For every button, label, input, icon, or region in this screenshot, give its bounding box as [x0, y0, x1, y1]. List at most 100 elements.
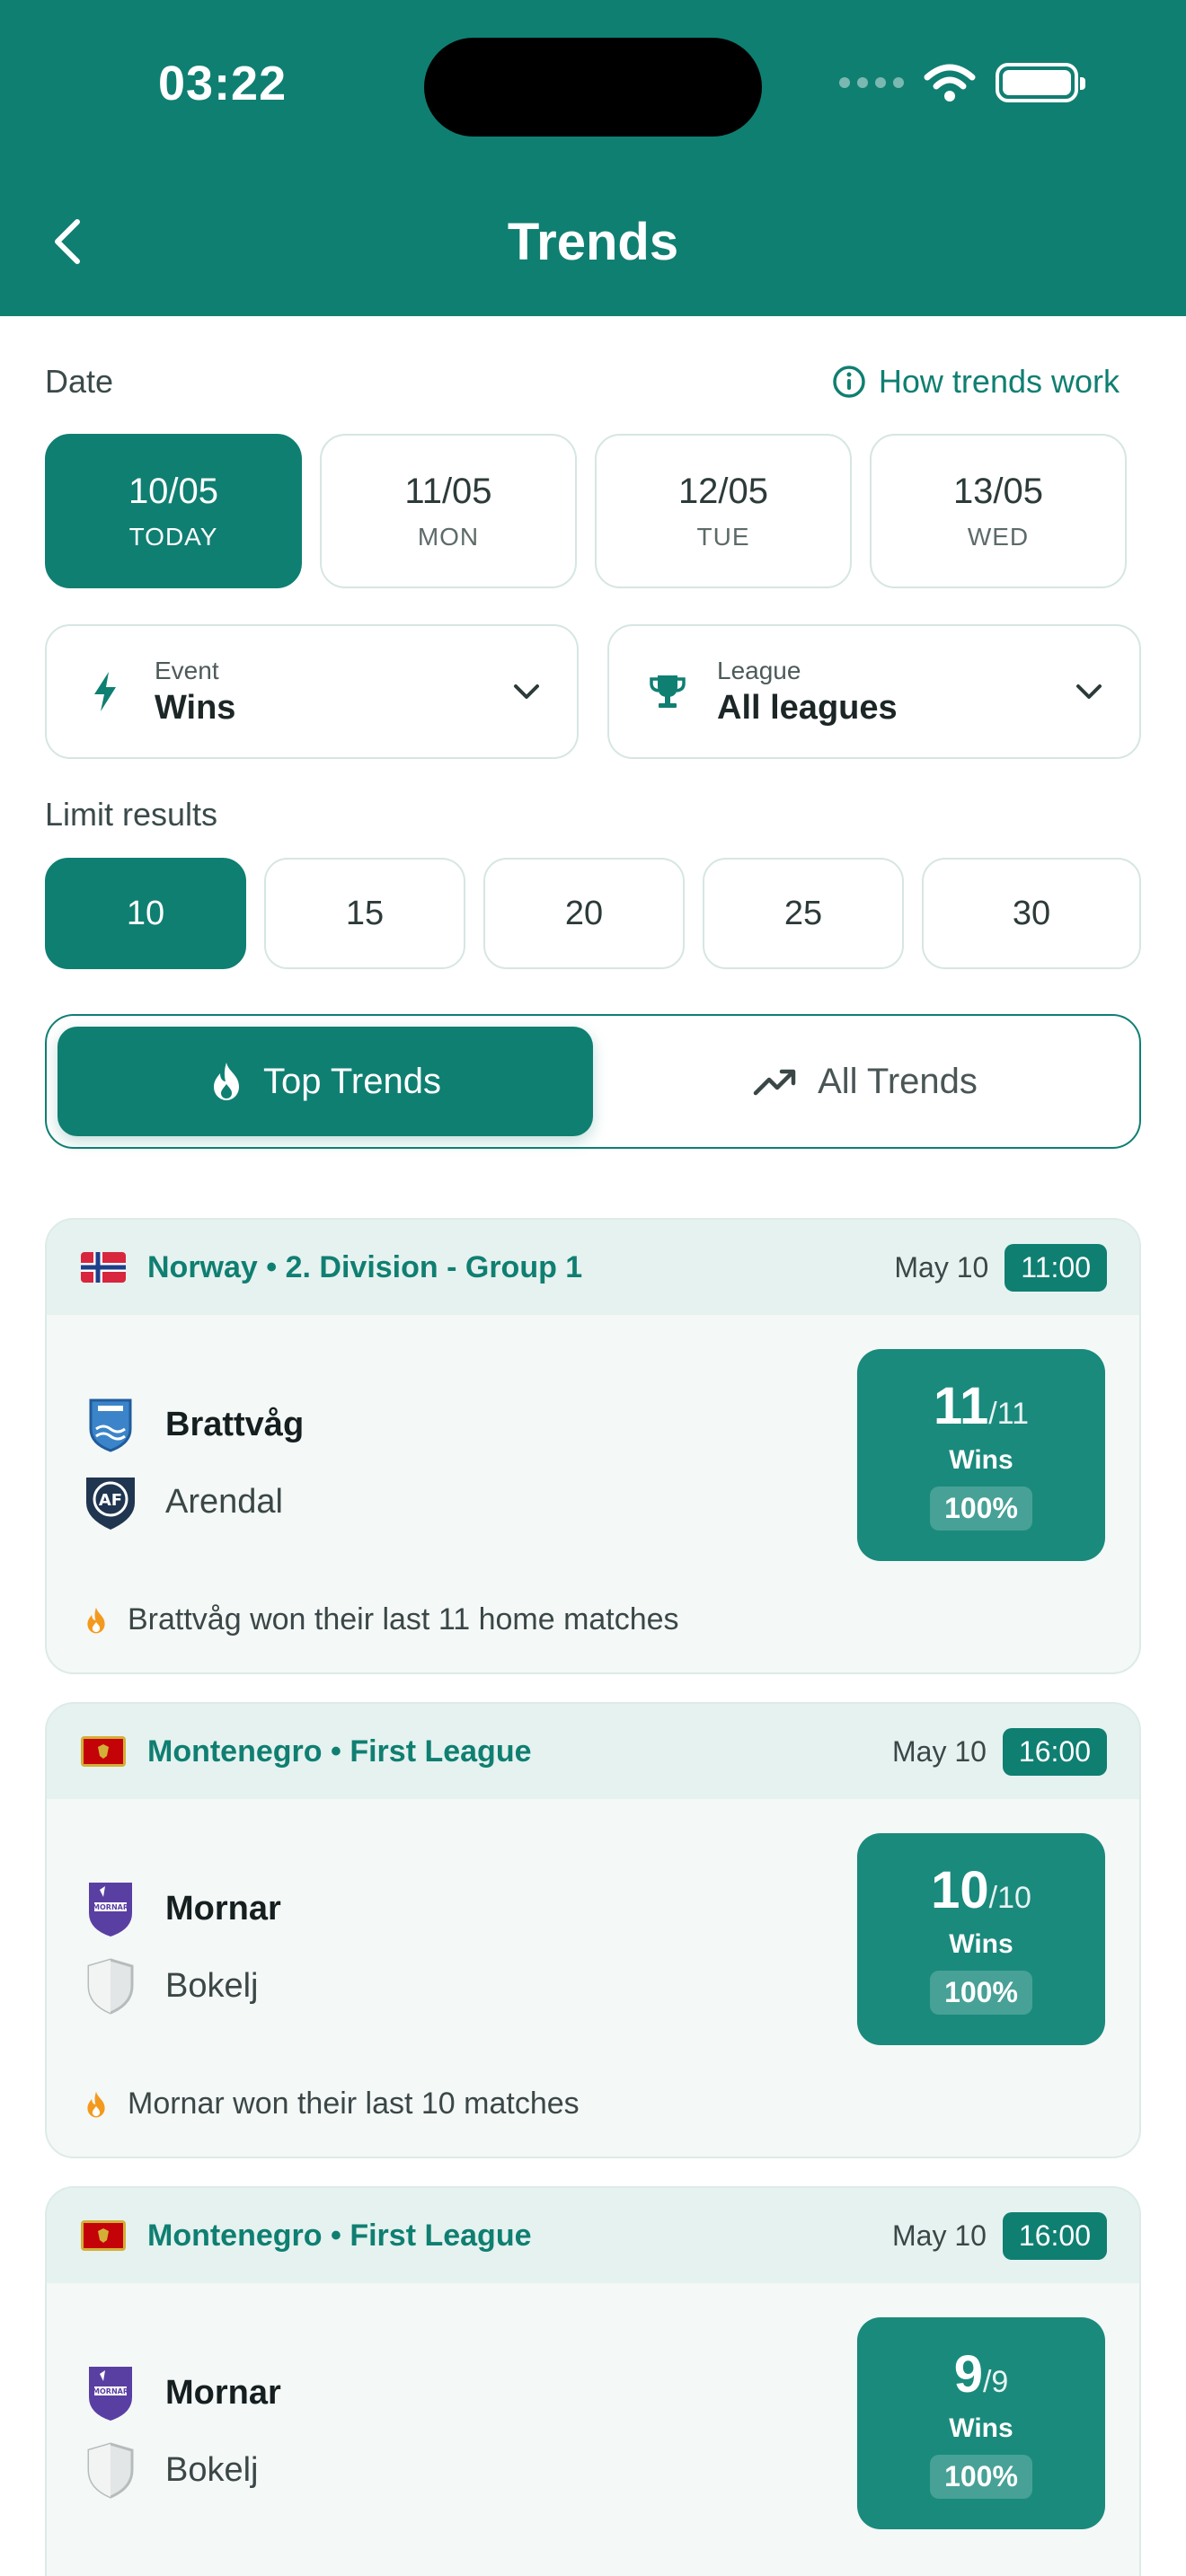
trend-total: /10: [988, 1881, 1031, 1915]
trend-count: 10: [931, 1861, 989, 1919]
date-chip-weekday: TODAY: [128, 522, 218, 551]
event-dropdown[interactable]: Event Wins: [45, 624, 579, 759]
date-chip-today[interactable]: 10/05 TODAY: [45, 434, 302, 588]
limit-option-30[interactable]: 30: [922, 858, 1141, 969]
home-team-name: Mornar: [165, 1889, 281, 1928]
limit-option-25[interactable]: 25: [703, 858, 904, 969]
team-crest-icon: [83, 1394, 138, 1455]
league-name: Montenegro • First League: [147, 1734, 532, 1769]
trend-card[interactable]: Montenegro • First League May 10 16:00 M…: [45, 2186, 1141, 2576]
trend-card[interactable]: Norway • 2. Division - Group 1 May 10 11…: [45, 1218, 1141, 1674]
app-header: 03:22 Trends: [0, 0, 1186, 316]
match-time-badge: 16:00: [1002, 2211, 1107, 2260]
montenegro-flag-icon: [81, 1736, 126, 1767]
how-trends-work-label: How trends work: [878, 363, 1120, 400]
card-header: Montenegro • First League May 10 16:00: [47, 1704, 1139, 1799]
limit-option-10[interactable]: 10: [45, 858, 246, 969]
svg-text:MORNAR: MORNAR: [93, 1903, 128, 1911]
trend-stat-box: 11/11 Wins 100%: [857, 1349, 1105, 1561]
home-team-name: Brattvåg: [165, 1405, 305, 1443]
trend-percent-badge: 100%: [930, 1971, 1032, 2015]
date-chip-tue[interactable]: 12/05 TUE: [595, 434, 852, 588]
trend-total: /11: [988, 1397, 1030, 1431]
date-chip-weekday: WED: [967, 522, 1030, 551]
montenegro-flag-icon: [81, 2220, 126, 2251]
flame-icon: [87, 1607, 105, 1633]
home-team: MORNAR Mornar: [83, 2362, 281, 2423]
trends-segmented-control: Top Trends All Trends: [45, 1014, 1141, 1149]
team-crest-icon: AF: [83, 1471, 138, 1532]
page-title: Trends: [507, 213, 679, 271]
shield-placeholder-icon: [83, 2439, 138, 2501]
date-selector: 10/05 TODAY 11/05 MON 12/05 TUE 13/05 WE…: [45, 434, 1127, 588]
date-label: Date: [45, 363, 114, 400]
match-date: May 10: [891, 2219, 987, 2252]
team-crest-icon: MORNAR: [83, 1878, 138, 1939]
limit-results-label: Limit results: [45, 796, 218, 833]
away-team-name: Bokelj: [165, 1966, 259, 2005]
league-value: All leagues: [717, 688, 898, 727]
svg-text:MORNAR: MORNAR: [93, 2387, 128, 2395]
date-chip-wed[interactable]: 13/05 WED: [870, 434, 1127, 588]
trend-count: 9: [953, 2345, 983, 2404]
match-time-badge: 16:00: [1002, 1727, 1107, 1776]
event-label: Event: [155, 656, 219, 684]
signal-icon: [839, 77, 904, 88]
trend-note-text: Mornar won their last 10 matches: [128, 2086, 580, 2121]
all-trends-tab[interactable]: All Trends: [598, 1027, 1132, 1136]
home-team: MORNAR Mornar: [83, 1878, 281, 1939]
limit-option-15[interactable]: 15: [264, 858, 465, 969]
event-value: Wins: [155, 688, 236, 727]
date-chip-date: 12/05: [677, 471, 769, 511]
svg-text:AF: AF: [99, 1491, 122, 1510]
away-team: Bokelj: [83, 1955, 259, 2016]
date-chip-date: 11/05: [404, 471, 492, 511]
trend-note: Mornar won their last 10 matches: [84, 2086, 580, 2122]
date-chip-date: 13/05: [952, 471, 1044, 511]
flame-icon: [87, 2091, 105, 2117]
trend-up-icon: [753, 1069, 796, 1096]
shield-placeholder-icon: [83, 1955, 138, 2016]
trend-total: /9: [982, 2365, 1009, 2399]
home-team: Brattvåg: [83, 1394, 304, 1455]
status-time: 03:22: [158, 57, 288, 110]
trend-card[interactable]: Montenegro • First League May 10 16:00 M…: [45, 1702, 1141, 2158]
date-chip-date: 10/05: [128, 471, 219, 511]
limit-selector: 10 15 20 25 30: [45, 858, 1141, 969]
match-time-badge: 11:00: [1005, 1243, 1107, 1292]
top-trends-label: Top Trends: [263, 1061, 441, 1101]
trend-note: Brattvåg won their last 11 home matches: [84, 1602, 679, 1637]
match-date: May 10: [894, 1250, 989, 1284]
date-chip-mon[interactable]: 11/05 MON: [320, 434, 577, 588]
info-icon: [833, 366, 865, 398]
away-team: AF Arendal: [83, 1471, 283, 1532]
norway-flag-icon: [81, 1252, 126, 1283]
lightning-icon: [94, 672, 116, 711]
league-name: Montenegro • First League: [147, 2218, 532, 2253]
trend-count: 11: [933, 1377, 989, 1435]
trend-note-text: Brattvåg won their last 11 home matches: [128, 1602, 679, 1636]
league-dropdown[interactable]: League All leagues: [607, 624, 1141, 759]
chevron-down-icon: [514, 684, 539, 699]
card-header: Montenegro • First League May 10 16:00: [47, 2188, 1139, 2283]
battery-icon: [996, 63, 1085, 102]
limit-option-20[interactable]: 20: [483, 858, 685, 969]
chevron-down-icon: [1076, 684, 1102, 699]
team-crest-icon: MORNAR: [83, 2362, 138, 2423]
card-header: Norway • 2. Division - Group 1 May 10 11…: [47, 1220, 1139, 1315]
away-team-name: Arendal: [165, 1482, 283, 1521]
dynamic-island: [424, 38, 762, 137]
trend-stat-box: 10/10 Wins 100%: [857, 1833, 1105, 2045]
how-trends-work-link[interactable]: How trends work: [832, 363, 1120, 401]
status-icons: [839, 63, 1085, 102]
league-name: Norway • 2. Division - Group 1: [147, 1249, 583, 1284]
trend-percent-badge: 100%: [930, 1486, 1032, 1531]
wifi-icon: [924, 64, 976, 101]
trophy-icon: [650, 675, 686, 708]
trend-stat-label: Wins: [949, 1445, 1013, 1475]
top-trends-tab[interactable]: Top Trends: [58, 1027, 593, 1136]
trend-stat-label: Wins: [949, 2413, 1013, 2443]
away-team: Bokelj: [83, 2439, 259, 2501]
date-chip-weekday: TUE: [696, 522, 750, 551]
league-label: League: [717, 656, 801, 684]
